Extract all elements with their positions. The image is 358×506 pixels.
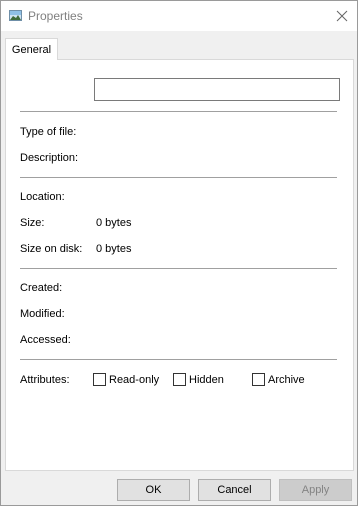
general-tab-panel: Type of file: Description: Location: Siz… [5, 59, 354, 471]
attributes-label: Attributes: [20, 374, 70, 386]
type-of-file-label: Type of file: [20, 126, 77, 138]
close-button[interactable] [327, 1, 357, 31]
checkbox-box[interactable] [173, 373, 186, 386]
checkbox-box[interactable] [252, 373, 265, 386]
size-on-disk-value: 0 bytes [96, 243, 132, 255]
created-label: Created: [20, 282, 63, 294]
separator [20, 177, 337, 178]
separator [20, 268, 337, 269]
description-label: Description: [20, 152, 79, 164]
tab-general-label: General [11, 44, 52, 56]
location-label: Location: [20, 191, 65, 203]
window-title: Properties [28, 9, 83, 23]
read-only-label: Read-only [109, 374, 160, 386]
apply-button[interactable]: Apply [279, 479, 352, 501]
size-label: Size: [20, 217, 45, 229]
cancel-button[interactable]: Cancel [198, 479, 271, 501]
separator [20, 359, 337, 360]
file-name-input[interactable] [94, 78, 340, 101]
title-bar: Properties [1, 1, 357, 31]
modified-label: Modified: [20, 308, 65, 320]
ok-button[interactable]: OK [117, 479, 190, 501]
image-file-icon [9, 10, 22, 21]
close-icon [336, 10, 348, 22]
accessed-label: Accessed: [20, 334, 71, 346]
size-value: 0 bytes [96, 217, 132, 229]
archive-label: Archive [268, 374, 305, 386]
tab-general[interactable]: General [5, 38, 58, 60]
checkbox-box[interactable] [93, 373, 106, 386]
properties-dialog: Properties General Type of file: Descrip… [0, 0, 358, 506]
size-on-disk-label: Size on disk: [20, 243, 83, 255]
hidden-label: Hidden [189, 374, 224, 386]
separator [20, 111, 337, 112]
